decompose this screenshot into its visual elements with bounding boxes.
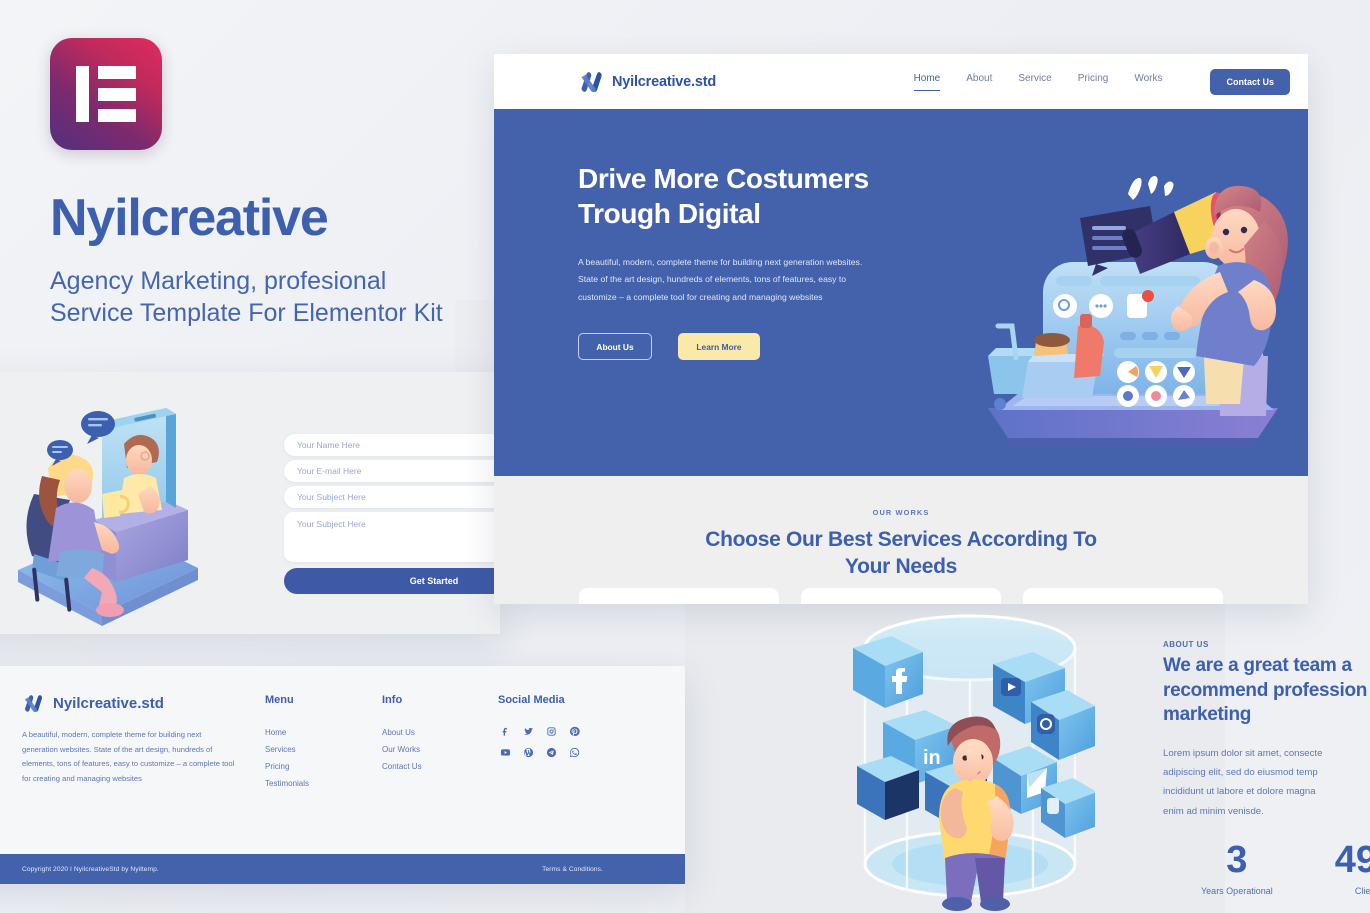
footer-menu-column: Menu Home Services Pricing Testimonials — [265, 694, 309, 796]
works-card[interactable] — [579, 588, 779, 604]
footer-link-pricing[interactable]: Pricing — [265, 762, 309, 771]
works-cards-row — [494, 588, 1308, 604]
stat-label: Years Operational — [1201, 885, 1273, 896]
copyright-text: Copyright 2020 I NyilcreativeStd by Nyil… — [22, 865, 159, 873]
youtube-icon[interactable] — [498, 745, 513, 760]
nyilcreative-logo-icon — [24, 695, 43, 712]
about-paragraph-line1: Lorem ipsum dolor sit amet, consecte — [1163, 748, 1323, 760]
navbar-logo-text: Nyilcreative.std — [612, 73, 716, 90]
wordpress-icon[interactable] — [521, 745, 536, 760]
contact-form: Your Name Here Your E-mail Here Your Sub… — [284, 434, 500, 594]
works-kicker: OUR WORKS — [872, 508, 930, 517]
about-stats: 3 Years Operational 492 Client — [1163, 841, 1370, 896]
about-us-block: ABOUT US We are a great team a recommend… — [1163, 640, 1370, 896]
hero-learn-more-button[interactable]: Learn More — [678, 333, 760, 361]
footer-link-about-us[interactable]: About Us — [382, 728, 422, 737]
main-site-panel: Nyilcreative.std Home About Service Pric… — [494, 54, 1308, 604]
brand-title: Nyilcreative — [50, 189, 329, 247]
footer-social-column: Social Media — [498, 694, 590, 760]
about-paragraph-line2: adipiscing elit, sed do eiusmod temp — [1163, 767, 1318, 779]
footer-link-home[interactable]: Home — [265, 728, 309, 737]
screenshot-canvas: Nyilcreative Agency Marketing, profesion… — [0, 0, 1370, 913]
hero-heading-line2: Trough Digital — [578, 198, 761, 230]
footer-description: A beautiful, modern, complete theme for … — [22, 730, 235, 783]
about-heading: We are a great team a recommend professi… — [1163, 654, 1370, 728]
works-heading-line2: Your Needs — [844, 554, 958, 578]
about-heading-line2: recommend profession — [1163, 679, 1368, 701]
video-call-consultation-illustration — [18, 408, 198, 626]
footer-link-our-works[interactable]: Our Works — [382, 745, 422, 754]
works-heading-line1: Choose Our Best Services According To — [705, 528, 1097, 551]
social-media-cubes-illustration: in — [853, 614, 1095, 911]
footer-panel: Nyilcreative.std A beautiful, modern, co… — [0, 666, 685, 884]
branding-block: Nyilcreative Agency Marketing, profesion… — [50, 38, 450, 329]
site-navbar: Nyilcreative.std Home About Service Pric… — [494, 54, 1308, 109]
footer-logo-text: Nyilcreative.std — [53, 694, 164, 712]
navbar-logo[interactable]: Nyilcreative.std — [578, 71, 716, 92]
contact-panel: Your Name Here Your E-mail Here Your Sub… — [0, 372, 500, 634]
stat-label: Client — [1354, 885, 1370, 896]
twitter-icon[interactable] — [521, 724, 536, 739]
works-card[interactable] — [801, 588, 1001, 604]
hero-heading: Drive More Costumers Trough Digital — [578, 161, 908, 232]
footer-info-heading: Info — [382, 694, 403, 706]
about-kicker: ABOUT US — [1163, 640, 1209, 649]
name-field[interactable]: Your Name Here — [284, 434, 500, 456]
our-works-section: OUR WORKS Choose Our Best Services Accor… — [494, 476, 1308, 604]
about-heading-line3: marketing — [1163, 704, 1252, 726]
message-textarea[interactable]: Your Subject Here — [284, 512, 500, 562]
brand-subtitle: Agency Marketing, profesional Service Te… — [50, 267, 443, 327]
whatsapp-icon[interactable] — [567, 745, 582, 760]
stat-number: 492 — [1334, 838, 1370, 881]
nav-item-service[interactable]: Service — [1018, 73, 1051, 90]
svg-text:in: in — [923, 747, 941, 769]
about-paragraph-line3: incididunt ut labore et dolore magna — [1163, 786, 1316, 798]
footer-menu-heading: Menu — [265, 694, 294, 706]
facebook-icon[interactable] — [498, 724, 513, 739]
nav-item-home[interactable]: Home — [913, 73, 941, 91]
hero-section: Drive More Costumers Trough Digital A be… — [494, 109, 1308, 476]
hero-heading-line1: Drive More Costumers — [578, 163, 869, 194]
footer-info-column: Info About Us Our Works Contact Us — [382, 694, 422, 779]
subject-field[interactable]: Your Subject Here — [284, 486, 500, 508]
instagram-icon[interactable] — [544, 724, 559, 739]
footer-link-testimonials[interactable]: Testimonials — [265, 779, 309, 788]
stat-client: 492 Client — [1335, 841, 1370, 896]
telegram-icon[interactable] — [544, 745, 559, 760]
footer-link-services[interactable]: Services — [265, 745, 309, 754]
hero-paragraph: A beautiful, modern, complete theme for … — [578, 256, 863, 303]
nyilcreative-logo-icon — [581, 72, 602, 92]
terms-link[interactable]: Terms & Conditions. — [542, 866, 603, 873]
get-started-button[interactable]: Get Started — [284, 568, 500, 594]
hero-about-us-button[interactable]: About Us — [578, 333, 652, 361]
facebook-cube — [853, 636, 923, 708]
nav-item-pricing[interactable]: Pricing — [1078, 73, 1109, 90]
about-paragraph-line4: enim ad minim venisde. — [1163, 805, 1264, 817]
about-heading-line1: We are a great team a — [1163, 655, 1352, 676]
footer-copyright-bar: Copyright 2020 I NyilcreativeStd by Nyil… — [0, 854, 685, 884]
pinterest-icon[interactable] — [567, 724, 582, 739]
contact-us-button[interactable]: Contact Us — [1210, 68, 1290, 95]
navbar-links: Home About Service Pricing Works Contact… — [913, 68, 1290, 95]
elementor-logo-icon — [50, 38, 162, 150]
footer-social-heading: Social Media — [498, 694, 565, 706]
works-heading: Choose Our Best Services According To Yo… — [494, 527, 1308, 581]
works-card[interactable] — [1023, 588, 1223, 604]
megaphone-ecommerce-illustration — [988, 176, 1288, 448]
footer-link-contact-us[interactable]: Contact Us — [382, 762, 422, 771]
nav-item-about[interactable]: About — [966, 73, 992, 90]
stat-years-operational: 3 Years Operational — [1201, 841, 1273, 896]
email-field[interactable]: Your E-mail Here — [284, 460, 500, 482]
about-paragraph: Lorem ipsum dolor sit amet, consecte adi… — [1163, 744, 1370, 821]
stat-number: 3 — [1226, 838, 1248, 881]
nav-item-works[interactable]: Works — [1134, 73, 1162, 90]
